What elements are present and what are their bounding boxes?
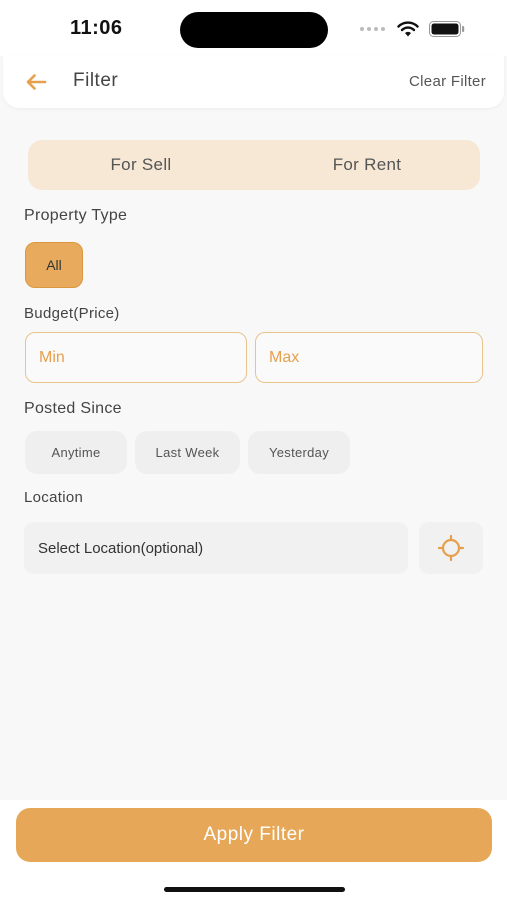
for-rent-tab[interactable]: For Rent [254,140,480,190]
cellular-signal-icon [360,27,385,31]
listing-type-segment: For Sell For Rent [28,140,480,190]
apply-filter-button[interactable]: Apply Filter [16,808,492,862]
posted-chip-anytime[interactable]: Anytime [25,431,127,474]
home-indicator [164,887,345,892]
posted-chip-yesterday[interactable]: Yesterday [248,431,350,474]
status-icons [360,19,465,39]
max-price-input[interactable] [255,332,483,383]
page-title: Filter [73,70,119,91]
wifi-icon [397,21,419,37]
back-button[interactable] [25,70,51,94]
for-sell-tab[interactable]: For Sell [28,140,254,190]
locate-me-button[interactable] [419,522,483,574]
status-bar: 11:06 [0,0,507,56]
clear-filter-button[interactable]: Clear Filter [409,73,486,90]
budget-label: Budget(Price) [24,305,120,322]
posted-since-label: Posted Since [24,400,122,417]
status-time: 11:06 [70,17,123,39]
location-placeholder: Select Location(optional) [38,539,204,557]
app-header: Filter Clear Filter [3,56,504,108]
dynamic-island [180,12,328,48]
crosshair-icon [437,534,465,562]
location-label: Location [24,489,84,506]
location-select-field[interactable]: Select Location(optional) [24,522,408,574]
posted-chip-last-week[interactable]: Last Week [135,431,240,474]
battery-icon [429,21,465,37]
property-type-chip-all[interactable]: All [25,242,83,288]
min-price-input[interactable] [25,332,247,383]
property-type-label: Property Type [24,207,128,224]
arrow-left-icon [26,74,47,90]
